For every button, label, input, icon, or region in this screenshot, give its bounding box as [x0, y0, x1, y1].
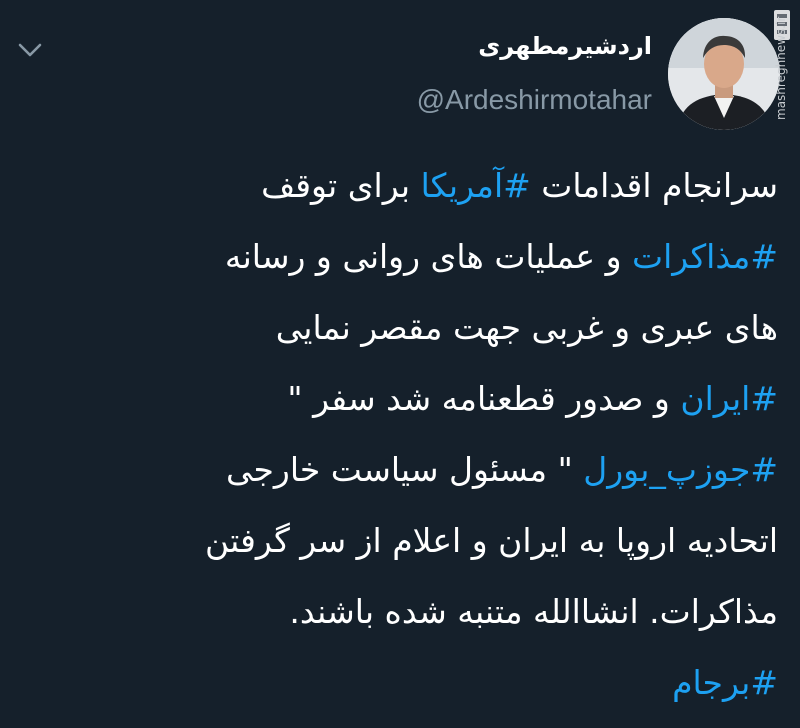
hashtag-link[interactable]: #مذاکرات — [632, 237, 778, 276]
tweet-line: اتحادیه اروپا به ایران و اعلام از سر گرف… — [205, 521, 778, 560]
hashtag-link[interactable]: #جوزپ_بورل — [583, 450, 778, 489]
text-segment: برای توقف — [261, 166, 421, 205]
tweet-line: سرانجام اقدامات #آمریکا برای توقف — [18, 150, 778, 221]
chevron-down-icon[interactable] — [16, 40, 44, 60]
tweet-card: اردشیرمطهری @Ardeshirmotahar mashreghnew… — [0, 0, 800, 728]
text-segment: سرانجام اقدامات — [530, 166, 778, 205]
profile-photo-icon — [668, 18, 780, 130]
tweet-text: سرانجام اقدامات #آمریکا برای توقف #مذاکر… — [18, 150, 778, 718]
hashtag-link[interactable]: #ایران — [680, 379, 778, 418]
hashtag-link[interactable]: #برجام — [672, 663, 778, 702]
author-display-name[interactable]: اردشیرمطهری — [478, 32, 652, 60]
text-segment: و عملیات های روانی و رسانه — [224, 237, 633, 276]
hashtag-link[interactable]: #آمریکا — [421, 166, 531, 205]
tweet-line: های عبری و غربی جهت مقصر نمایی — [275, 308, 778, 347]
watermark-url: mashreghnews.ir — [774, 16, 788, 120]
tweet-line: مذاکرات. انشاالله متنبه شده باشند. — [289, 592, 778, 631]
avatar[interactable] — [668, 18, 780, 130]
text-segment: " مسئول سیاست خارجی — [226, 450, 584, 489]
tweet-line: #ایران و صدور قطعنامه شد سفر " — [18, 363, 778, 434]
tweet-line: #مذاکرات و عملیات های روانی و رسانه — [18, 221, 778, 292]
tweet-line: #برجام — [18, 647, 778, 718]
text-segment: و صدور قطعنامه شد سفر " — [287, 379, 681, 418]
author-handle[interactable]: @Ardeshirmotahar — [417, 84, 652, 116]
tweet-line: #جوزپ_بورل " مسئول سیاست خارجی — [18, 434, 778, 505]
